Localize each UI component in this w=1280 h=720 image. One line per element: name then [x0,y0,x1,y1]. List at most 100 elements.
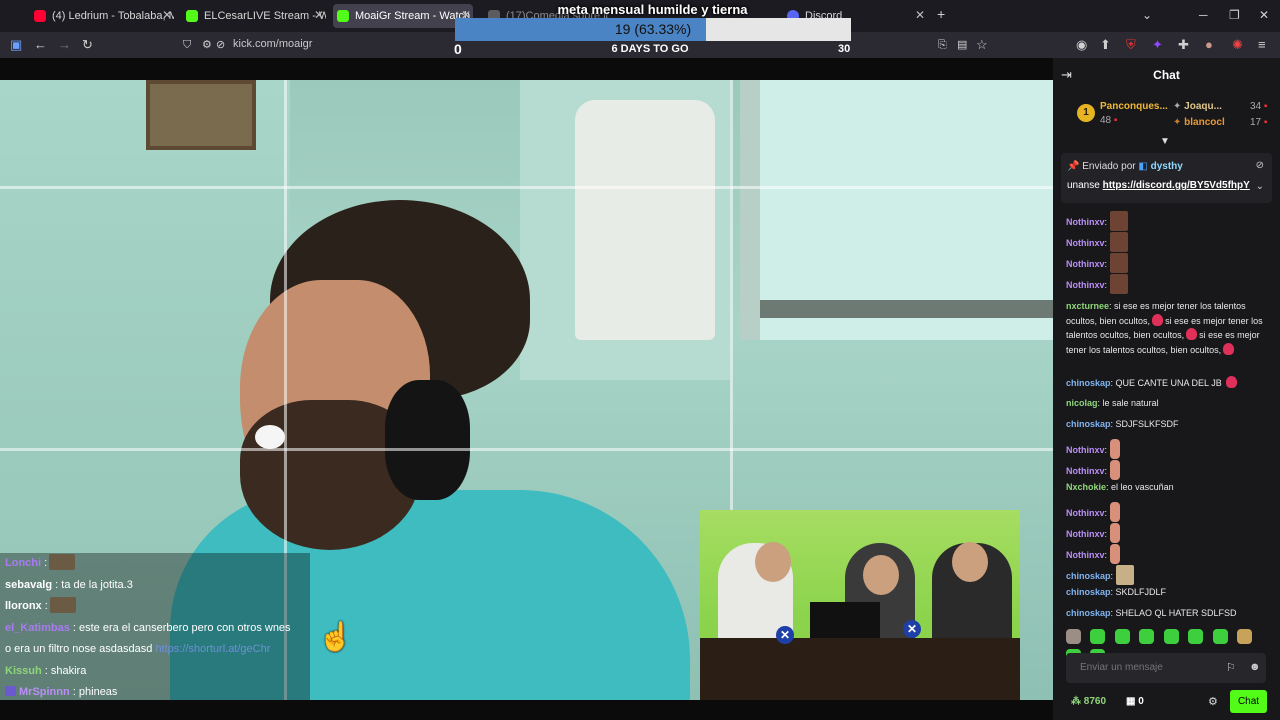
chat-username[interactable]: Nothinxv [1066,217,1105,227]
emote-icon[interactable] [1090,629,1106,644]
tab-label: (4) Ledrium - Tobalaba, MUT, A [52,10,174,22]
fire-emote-icon [1223,342,1235,355]
chat-message: chinoskap: [1066,565,1271,585]
pinned-user[interactable]: dysthy [1151,161,1183,172]
video-chat-user: Kissuh [5,664,42,677]
twitch-ext-icon[interactable]: ✦ [1152,37,1163,53]
chat-username[interactable]: Nothinxv [1066,280,1105,290]
chat-username[interactable]: Nothinxv [1066,445,1105,455]
secondary-points[interactable]: ▦ 0 [1126,696,1144,707]
new-tab-icon[interactable]: + [937,6,945,22]
channel-points[interactable]: ⁂ 8760 [1071,696,1106,707]
emote-icon[interactable] [1066,629,1081,644]
sidebar-toggle-icon[interactable]: ▣ [10,37,22,53]
emote-icon[interactable] [1237,629,1253,644]
chevron-down-icon[interactable]: ⌄ [1256,181,1264,192]
gifter-2[interactable]: ✦ Joaqu... [1173,101,1222,112]
video-chat-text: o era un filtro nose asdasdasd [5,643,153,655]
forward-icon[interactable]: → [58,37,71,53]
chat-input[interactable] [1080,662,1210,673]
chat-username[interactable]: nxcturnee [1066,301,1109,311]
chat-username[interactable]: chinoskap [1066,571,1111,581]
pip-table [700,638,1020,700]
url-bar[interactable]: kick.com/moaigr [233,38,312,50]
fire-emote-icon [1152,313,1164,326]
extension-gear-icon[interactable]: ✺ [1232,37,1243,53]
gifter-1[interactable]: 1 [1077,104,1095,122]
kick-icon [186,10,198,22]
shield-icon[interactable]: ⛉ [183,37,191,53]
goal-progress-text: 19 (63.33%) [614,21,692,37]
chat-username[interactable]: Nothinxv [1066,508,1105,518]
chat-message: Nxchokie: el leo vascuñan [1066,482,1174,492]
tab-elcesar[interactable]: ELCesarLIVE Stream - Watch Liv ✕ [186,4,326,28]
pin-icon: 📌 [1067,161,1080,172]
chat-username[interactable]: chinoskap [1066,419,1111,429]
close-tab-icon[interactable]: ✕ [162,8,172,22]
gift-icon: ▪ [1263,101,1268,112]
gifter-2-count: 34 ▪ [1250,101,1268,112]
window-close-icon[interactable]: ✕ [1259,8,1269,22]
video-person-mouth [255,425,285,449]
close-tab-icon[interactable]: ✕ [314,8,324,22]
chat-message-text: SDJFSLKFSDF [1115,419,1179,429]
back-icon[interactable]: ← [34,37,47,53]
screenshot-icon[interactable]: ⎘ [938,37,947,53]
chat-username[interactable]: Nothinxv [1066,238,1105,248]
emoji-icon[interactable]: ☻ [1249,661,1261,673]
video-chat-line: lloronx : [0,596,310,618]
chat-message: nicolag: le sale natural [1066,398,1159,408]
emote-icon[interactable] [1212,629,1228,644]
minimize-icon[interactable]: ─ [1199,8,1208,22]
chat-header: ⇥ Chat [1053,58,1280,92]
chat-username[interactable]: Nxchokie [1066,482,1106,492]
emote-icon[interactable] [1114,629,1130,644]
lock-icon[interactable]: ⊘ [216,37,225,53]
chat-username[interactable]: chinoskap [1066,608,1111,618]
reload-icon[interactable]: ↻ [82,37,93,53]
puzzle-icon[interactable]: ✚ [1178,37,1189,53]
chat-username[interactable]: chinoskap [1066,378,1111,388]
chat-username[interactable]: nicolag [1066,398,1098,408]
bookmark-star-icon[interactable]: ☆ [976,37,988,53]
chat-username[interactable]: chinoskap [1066,587,1111,597]
tab-ledrium[interactable]: (4) Ledrium - Tobalaba, MUT, A ✕ [34,4,174,28]
tab-moaigr[interactable]: MoaiGr Stream - Watch Li ✕ [333,4,473,28]
menu-icon[interactable]: ≡ [1258,37,1266,53]
rank-1-badge: 1 [1077,104,1095,122]
gift-box-icon: ✦ [1173,117,1182,128]
emote-icon[interactable] [1139,629,1155,644]
video-player[interactable]: ✕ ✕ Lonchi : sebavalg : ta de la jotita.3… [0,80,1053,700]
close-tab-icon[interactable]: ✕ [915,8,925,22]
chat-username[interactable]: Nothinxv [1066,466,1105,476]
video-chat-text: : [44,557,48,569]
pip-person-head [863,555,899,595]
chat-settings-icon[interactable]: ⚙ [1208,695,1218,708]
chat-username[interactable]: Nothinxv [1066,259,1105,269]
list-tabs-icon[interactable]: ⌄ [1142,8,1152,22]
gifter-3[interactable]: ✦ blancocl [1173,117,1225,128]
reader-view-icon[interactable]: ▤ [957,37,967,53]
translate-icon[interactable]: ⚐ [1226,661,1236,674]
emote-icon[interactable] [1163,629,1179,644]
emote-icon[interactable] [1188,629,1204,644]
gifter-1-name[interactable]: Panconques... [1100,101,1168,112]
pinned-link[interactable]: https://discord.gg/BY5Vd5fhpY [1103,180,1250,191]
account-icon[interactable]: ◉ [1076,37,1087,53]
permissions-icon[interactable]: ⚙ [202,37,212,53]
extensions-icon[interactable]: ⬆ [1100,37,1111,53]
send-chat-button[interactable]: Chat [1230,690,1267,713]
emote-icon [1109,523,1120,543]
video-chat-text: : este era el canserbero pero con otros … [72,621,291,634]
chat-message-text: QUE CANTE UNA DEL JB [1115,378,1222,388]
cookie-icon[interactable]: ● [1205,37,1213,53]
video-chat-line: Kissuh : shakira [0,660,310,682]
maximize-icon[interactable]: ❐ [1229,8,1240,22]
fire-emote-icon [1225,376,1237,388]
chat-username[interactable]: Nothinxv [1066,529,1105,539]
expand-gifters-icon[interactable]: ▼ [1160,136,1170,147]
unpin-icon[interactable]: ⊘ [1256,160,1264,171]
chat-username[interactable]: Nothinxv [1066,550,1105,560]
youtube-icon [34,10,46,22]
ublock-icon[interactable]: ⛨ [1126,37,1136,53]
